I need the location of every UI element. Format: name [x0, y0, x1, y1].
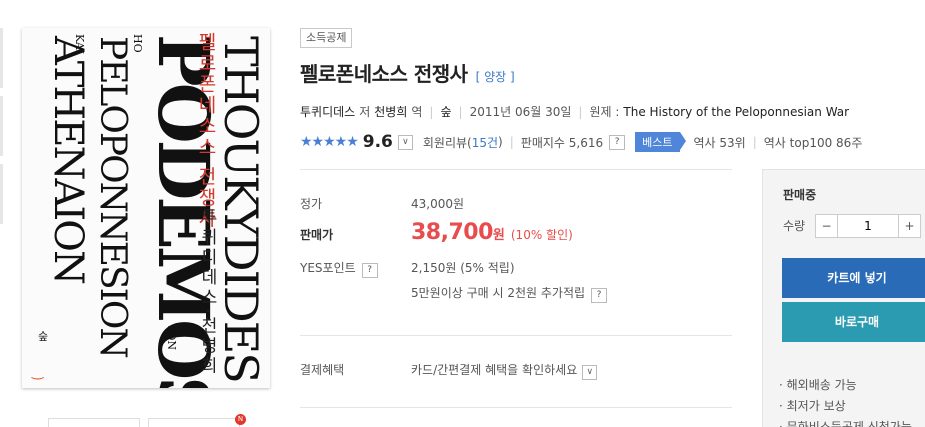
divider — [300, 407, 732, 408]
publisher-logo-icon: ‿ — [32, 364, 44, 380]
publisher-link[interactable]: 숲 — [440, 103, 451, 120]
cover-small-text: HO — [131, 34, 144, 53]
best-badge: 베스트 — [635, 132, 686, 152]
quantity-label: 수량 — [783, 219, 806, 233]
sales-index-help-icon[interactable]: ? — [609, 134, 626, 150]
translator-role: 역 — [411, 105, 423, 119]
rating-stars-icon: ★★★★★ — [300, 134, 359, 150]
thumbnail-edge[interactable] — [0, 28, 3, 88]
payment-label: 결제혜택 — [300, 363, 345, 377]
culture-deduction-link[interactable]: · 문화비소득공제 신청가능 — [779, 417, 912, 427]
rank-top100-link[interactable]: 역사 top100 86주 — [764, 134, 863, 151]
sale-status: 판매중 — [783, 188, 817, 202]
product-meta: 투퀴디데스 저 천병희 역 | 숲 | 2011년 06월 30일 | 원제 :… — [300, 103, 850, 120]
add-to-cart-button[interactable]: 카트에 넣기 — [782, 258, 925, 298]
cover-tab[interactable] — [148, 418, 240, 427]
cover-author-kr: 투퀴디데스·천병희 — [197, 208, 217, 377]
binding-label: [ 양장 ] — [475, 70, 515, 84]
product-page: THOUKYDIDES PODEMOS PELOPONNESION ATHENA… — [0, 0, 925, 427]
review-label-close: ) — [498, 135, 503, 149]
sale-price-won: 원 — [492, 228, 505, 243]
extra-points-label: 5만원이상 구매 시 2천원 추가적립 — [411, 286, 586, 300]
list-price-value: 43,000원 — [411, 197, 465, 211]
publisher-logo-small: 숲 — [38, 330, 49, 343]
author-role: 저 — [359, 105, 371, 119]
quantity-stepper: − + — [815, 214, 921, 238]
discount-rate: (10% 할인) — [510, 228, 573, 242]
cover-tab[interactable] — [48, 418, 140, 427]
thumbnail-edge[interactable] — [0, 164, 3, 224]
divider — [300, 335, 732, 336]
sale-price-number: 38,700 — [411, 220, 493, 245]
sales-index: 판매지수 5,616 — [520, 135, 604, 150]
publish-date: 2011년 06월 30일 — [469, 105, 572, 119]
original-title-label: 원제 : — [589, 105, 620, 119]
thumbnail-edge[interactable] — [0, 96, 3, 156]
payment-benefit[interactable]: 카드/간편결제 혜택을 확인하세요 ∨ — [411, 361, 598, 380]
points-label: YES포인트? — [300, 259, 400, 278]
review-label: 회원리뷰( — [422, 135, 472, 150]
points-value: 2,150원 (5% 적립) — [411, 261, 515, 275]
cover-en-line: ATHENAION — [45, 36, 91, 283]
quantity-plus-button[interactable]: + — [898, 215, 920, 237]
cover-en-line: PELOPONNESION — [92, 36, 133, 357]
lowest-price-link[interactable]: · 최저가 보상 — [779, 396, 912, 417]
page-title: 펠로폰네소스 전쟁사 — [300, 62, 468, 86]
cover-title-kr: 펠로폰네소스 전쟁사 — [195, 32, 217, 230]
sale-price-label: 판매가 — [300, 228, 334, 242]
review-count-link[interactable]: 15건 — [472, 134, 498, 151]
original-title: The History of the Peloponnesian War — [623, 104, 850, 119]
rating-dropdown-icon[interactable]: ∨ — [397, 134, 413, 150]
extra-points-help-icon[interactable]: ? — [591, 288, 608, 303]
product-info: 소득공제 펠로폰네소스 전쟁사 [ 양장 ] 투퀴디데스 저 천병희 역 | 숲… — [300, 26, 925, 152]
payment-dropdown-icon[interactable]: ∨ — [582, 365, 598, 380]
translator-link[interactable]: 천병희 — [374, 103, 407, 120]
payment-benefit-text: 카드/간편결제 혜택을 확인하세요 — [411, 363, 578, 377]
points-label-text: YES포인트 — [300, 261, 356, 275]
sale-price-value: 38,700원 (10% 할인) — [411, 220, 573, 245]
quantity-input[interactable] — [838, 215, 898, 237]
buy-now-button[interactable]: 바로구매 — [782, 302, 925, 342]
rating-row: ★★★★★ 9.6 ∨ 회원리뷰(15건) | 판매지수 5,616 ? 베스트… — [300, 132, 863, 152]
rank-history-link[interactable]: 역사 53위 — [694, 134, 746, 151]
book-cover-image[interactable]: THOUKYDIDES PODEMOS PELOPONNESION ATHENA… — [22, 28, 270, 388]
title-row: 펠로폰네소스 전쟁사 [ 양장 ] — [300, 58, 925, 87]
cover-tabs — [48, 418, 240, 427]
cover-small-text: TON — [165, 324, 178, 350]
quantity-minus-button[interactable]: − — [816, 215, 838, 237]
service-links: · 해외배송 가능 · 최저가 보상 · 문화비소득공제 신청가능 — [779, 375, 912, 427]
thumbnail-strip — [0, 28, 4, 232]
cover-small-text: KAI — [73, 34, 86, 55]
overseas-shipping-link[interactable]: · 해외배송 가능 — [779, 375, 912, 396]
new-badge-icon: N — [235, 414, 246, 425]
rating-score: 9.6 — [362, 132, 393, 152]
purchase-panel: 판매중 수량 − + 카트에 넣기 바로구매 · 해외배송 가능 · 최저가 보… — [762, 169, 925, 427]
extra-points-text: 5만원이상 구매 시 2천원 추가적립? — [411, 284, 608, 303]
points-help-icon[interactable]: ? — [361, 263, 378, 278]
price-section: 정가 43,000원 판매가 38,700원 (10% 할인) YES포인트? 2… — [300, 169, 732, 408]
list-price-label: 정가 — [300, 197, 323, 211]
author-link[interactable]: 투퀴디데스 — [300, 103, 355, 120]
tax-deduction-badge: 소득공제 — [300, 28, 353, 48]
